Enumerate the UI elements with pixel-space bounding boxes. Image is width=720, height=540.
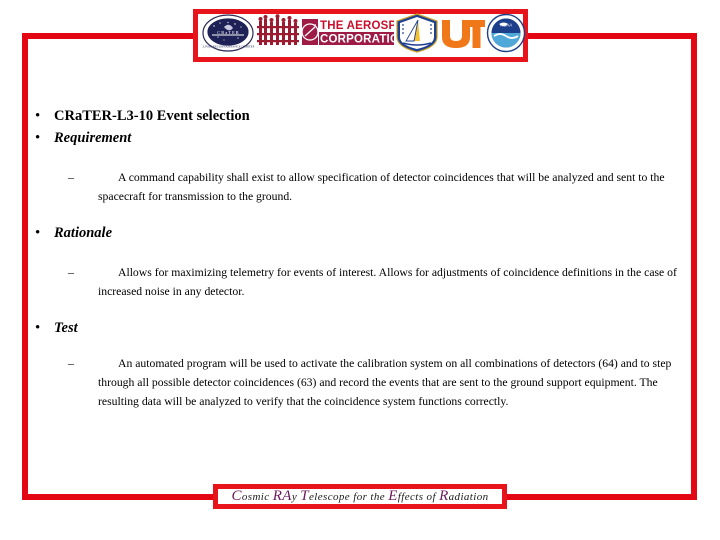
footer-segment-text: elescope for the [309,491,389,503]
svg-text:C R a T E R: C R a T E R [217,30,238,35]
boston-university-logo [254,13,302,58]
sub-bullet-rationale-body: – Allows for maximizing telemetry for ev… [68,263,688,301]
footer-drop-cap: R [439,488,449,504]
mission-name-footer: Cosmic RAy Telescope for the Effects of … [213,484,507,509]
sub-bullet-requirement-body: – A command capability shall exist to al… [68,168,688,206]
crater-mission-seal-logo: C R a T E R LUNAR RECONNAISSANCE ORBITER [201,13,256,58]
bullet-test: • Test [28,317,688,339]
university-of-tennessee-logo [440,16,486,55]
event-selection-title: CRaTER-L3-10 Event selection [54,108,250,124]
air-force-research-laboratory-logo [394,13,440,58]
svg-text:THE AEROSPACE: THE AEROSPACE [320,20,394,32]
footer-segment-text: y [291,491,301,503]
test-heading: Test [54,320,78,336]
bullet-glyph: • [35,108,41,124]
bullet-glyph: • [35,130,41,146]
dash-glyph: – [68,170,74,184]
footer-segment-text: adiation [448,491,489,503]
rationale-body-text: Allows for maximizing telemetry for even… [98,266,677,298]
dash-glyph: – [68,356,74,370]
footer-drop-cap: E [388,488,398,504]
bullet-rationale: • Rationale [28,222,688,244]
test-body-text: An automated program will be used to act… [98,357,672,408]
slide-body: • CRaTER-L3-10 Event selection • Require… [28,105,688,411]
footer-segment-text: ffects of [397,491,440,503]
bullet-event-selection: • CRaTER-L3-10 Event selection [28,105,688,127]
svg-text:NOAA: NOAA [500,23,513,28]
bullet-glyph: • [35,225,41,241]
sub-bullet-test-body: – An automated program will be used to a… [68,354,688,411]
bullet-requirement: • Requirement [28,127,688,149]
noaa-logo: NOAA [486,13,526,58]
slide-canvas: C R a T E R LUNAR RECONNAISSANCE ORBITER [0,0,720,540]
rationale-heading: Rationale [54,225,113,241]
footer-drop-cap: T [300,488,310,504]
aerospace-corporation-logo: THE AEROSPACE CORPORATION [301,17,420,54]
partner-logo-banner: C R a T E R LUNAR RECONNAISSANCE ORBITER [193,9,528,62]
footer-segment-text: osmic [241,491,273,503]
dash-glyph: – [68,265,74,279]
svg-text:LUNAR RECONNAISSANCE ORBITER: LUNAR RECONNAISSANCE ORBITER [202,45,254,49]
requirement-body-text: A command capability shall exist to allo… [98,171,665,203]
requirement-heading: Requirement [54,130,132,146]
footer-drop-cap: C [231,488,242,504]
footer-drop-cap: RA [272,488,292,504]
bullet-glyph: • [35,320,41,336]
mission-name-text: Cosmic RAy Telescope for the Effects of … [231,488,488,505]
svg-text:CORPORATION: CORPORATION [320,34,394,46]
